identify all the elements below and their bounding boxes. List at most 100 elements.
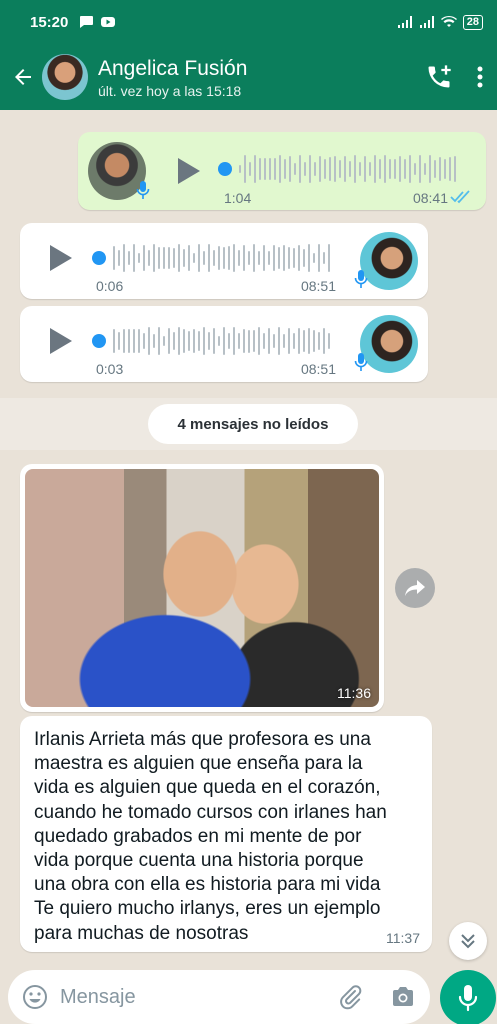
waveform[interactable] <box>92 243 332 273</box>
waveform-bar <box>308 328 310 354</box>
waveform-bar <box>283 333 285 349</box>
waveform-bar <box>263 245 265 271</box>
waveform-bar <box>123 328 125 354</box>
waveform-bar <box>293 248 295 268</box>
waveform-bar <box>183 329 185 353</box>
waveform-bar <box>238 249 240 267</box>
photo-message[interactable]: 11:36 <box>20 464 384 712</box>
chat-bubble-icon <box>80 16 94 28</box>
status-time: 15:20 <box>30 13 69 31</box>
play-button[interactable] <box>50 328 72 354</box>
signal-2-icon <box>419 16 434 28</box>
waveform-bar <box>313 252 315 264</box>
waveform-bar <box>268 327 270 355</box>
voice-message-incoming[interactable]: 0:03 08:51 <box>20 306 428 382</box>
waveform-bar <box>279 155 281 183</box>
waveform-bar <box>178 327 180 355</box>
playback-head[interactable] <box>218 162 232 176</box>
waveform-bar <box>444 159 446 179</box>
waveform-bar <box>364 156 366 182</box>
waveform-bar <box>233 327 235 355</box>
waveform-bar <box>374 155 376 183</box>
contact-info[interactable]: Angelica Fusión últ. vez hoy a las 15:18 <box>98 56 247 99</box>
waveform-bar <box>309 155 311 183</box>
waveform-bar <box>268 250 270 266</box>
voice-message-outgoing[interactable]: 1:04 08:41 <box>78 132 486 210</box>
youtube-icon <box>101 17 116 27</box>
waveform-bar <box>334 155 336 183</box>
waveform-bar <box>248 250 250 266</box>
double-chevron-down-icon <box>461 934 475 949</box>
contact-last-seen: últ. vez hoy a las 15:18 <box>98 82 242 99</box>
forward-button[interactable] <box>395 568 435 608</box>
play-button[interactable] <box>50 245 72 271</box>
waveform-bar <box>163 247 165 269</box>
waveform-bar <box>213 250 215 266</box>
waveform-bar <box>339 160 341 178</box>
waveform-bar <box>304 162 306 176</box>
waveform-bar <box>249 161 251 177</box>
back-button[interactable] <box>4 57 42 97</box>
contact-avatar[interactable] <box>42 54 88 100</box>
play-button[interactable] <box>178 158 200 184</box>
waveform-bar <box>133 329 135 353</box>
waveform-bar <box>314 161 316 177</box>
playback-head[interactable] <box>92 334 106 348</box>
emoji-icon[interactable] <box>22 984 48 1010</box>
waveform-bar <box>269 158 271 180</box>
more-options-icon[interactable] <box>477 66 483 88</box>
waveform-bar <box>213 328 215 354</box>
waveform-bar <box>113 328 115 354</box>
waveform-bar <box>253 329 255 353</box>
waveform-bar <box>178 244 180 272</box>
waveform-bar <box>359 162 361 176</box>
waveform-bar <box>228 246 230 270</box>
waveform-bar <box>248 329 250 353</box>
waveform-bar <box>354 155 356 183</box>
waveform-bar <box>143 333 145 349</box>
voice-message-incoming[interactable]: 0:06 08:51 <box>20 223 428 299</box>
waveform-bar <box>208 332 210 350</box>
waveform-bar <box>223 247 225 269</box>
message-input[interactable]: Mensaje <box>60 986 338 1009</box>
camera-icon[interactable] <box>390 984 416 1010</box>
waveform-bar <box>173 247 175 269</box>
waveform[interactable] <box>218 154 456 184</box>
voice-duration: 0:06 <box>96 278 124 294</box>
arrow-left-icon <box>15 69 31 85</box>
waveform-bar <box>303 248 305 268</box>
waveform-bar <box>148 249 150 267</box>
waveform-bar <box>264 157 266 181</box>
waveform-bar <box>439 156 441 182</box>
waveform[interactable] <box>92 326 332 356</box>
chat-header: Angelica Fusión últ. vez hoy a las 15:18 <box>0 44 497 110</box>
waveform-bar <box>454 156 456 182</box>
chat-area[interactable]: 1:04 08:41 0:06 08:51 0:03 08:51 4 mensa… <box>0 110 497 965</box>
waveform-bar <box>259 158 261 180</box>
voice-record-button[interactable] <box>440 970 496 1024</box>
waveform-bar <box>118 331 120 351</box>
paperclip-icon[interactable] <box>338 984 364 1010</box>
waveform-bar <box>203 327 205 355</box>
waveform-bar <box>208 244 210 272</box>
waveform-bar <box>223 327 225 355</box>
message-time: 08:51 <box>300 361 336 377</box>
waveform-bar <box>273 334 275 348</box>
playback-head[interactable] <box>92 251 106 265</box>
add-call-icon[interactable] <box>425 63 453 91</box>
waveform-bar <box>168 246 170 270</box>
text-message[interactable]: Irlanis Arrieta más que profesora es una… <box>20 716 432 952</box>
waveform-bar <box>193 329 195 353</box>
unread-messages-label: 4 mensajes no leídos <box>148 404 358 444</box>
scroll-to-bottom-button[interactable] <box>449 922 487 960</box>
waveform-bar <box>273 244 275 272</box>
photo-image[interactable]: 11:36 <box>25 469 379 707</box>
waveform-bar <box>113 246 115 270</box>
waveform-bar <box>313 330 315 352</box>
waveform-bar <box>303 329 305 353</box>
waveform-bar <box>299 155 301 183</box>
waveform-bar <box>148 327 150 355</box>
waveform-bar <box>118 249 120 267</box>
message-composer[interactable]: Mensaje <box>8 970 430 1024</box>
mic-icon <box>136 181 150 199</box>
